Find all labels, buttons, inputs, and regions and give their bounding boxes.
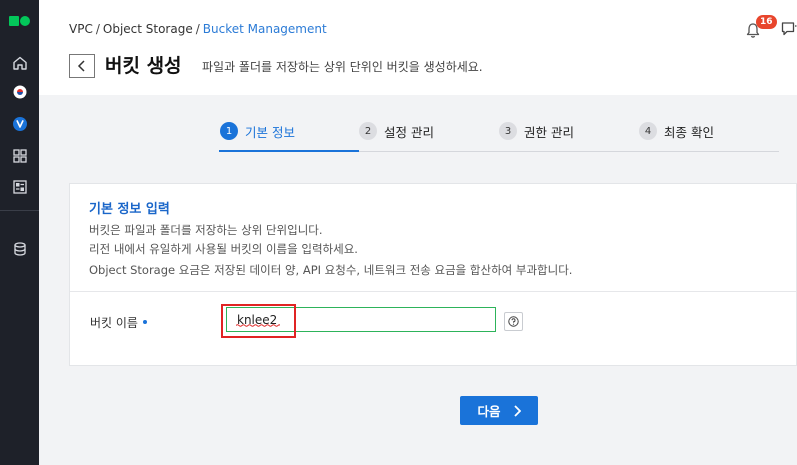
help-icon[interactable]	[504, 312, 523, 331]
chat-icon[interactable]	[781, 21, 797, 42]
required-indicator	[142, 319, 147, 324]
breadcrumb-separator: /	[195, 22, 200, 36]
chevron-left-icon	[77, 60, 85, 72]
page-header: VPC / Object Storage / Bucket Management 버킷 …	[39, 0, 797, 95]
step-basic-info[interactable]: 1 기본 정보	[220, 118, 295, 152]
basic-info-card: 기본 정보 입력 버킷은 파일과 폴더를 저장하는 상위 단위입니다. 리전 내…	[69, 183, 797, 366]
home-icon[interactable]	[0, 51, 39, 75]
vpc-icon[interactable]	[0, 112, 39, 136]
step-final-review[interactable]: 4 최종 확인	[639, 118, 714, 152]
sidebar-divider	[0, 210, 39, 211]
step-label: 권한 관리	[524, 125, 574, 140]
notification-badge: 16	[756, 15, 777, 29]
breadcrumb: VPC / Object Storage / Bucket Management	[69, 22, 327, 36]
step-number: 1	[220, 122, 238, 140]
region-kr-icon[interactable]	[0, 80, 39, 104]
breadcrumb-separator: /	[95, 22, 100, 36]
sidebar	[0, 0, 39, 465]
card-description-line: 리전 내에서 유일하게 사용될 버킷의 이름을 입력하세요.	[89, 242, 358, 256]
annotation-highlight-box	[221, 304, 296, 338]
step-label: 기본 정보	[245, 125, 295, 140]
chevron-right-icon	[513, 404, 521, 417]
step-label: 설정 관리	[384, 125, 434, 140]
bucket-name-label-text: 버킷 이름	[90, 316, 138, 330]
brand-logo[interactable]	[9, 15, 31, 27]
step-number: 4	[639, 122, 657, 140]
breadcrumb-item-bucket-management[interactable]: Bucket Management	[203, 22, 327, 36]
breadcrumb-item-vpc[interactable]: VPC	[69, 22, 93, 36]
step-settings[interactable]: 2 설정 관리	[359, 118, 434, 152]
bucket-name-label: 버킷 이름	[90, 314, 147, 331]
step-label: 최종 확인	[664, 125, 714, 140]
step-permissions[interactable]: 3 권한 관리	[499, 118, 574, 152]
page-description: 파일과 폴더를 저장하는 상위 단위인 버킷을 생성하세요.	[202, 60, 483, 74]
step-number: 3	[499, 122, 517, 140]
next-button-label: 다음	[477, 404, 501, 419]
dashboard-icon[interactable]	[0, 175, 39, 199]
page-title: 버킷 생성	[105, 55, 182, 77]
wizard-steps: 1 기본 정보 2 설정 관리 3 권한 관리 4 최종 확인	[219, 118, 779, 152]
breadcrumb-item-object-storage[interactable]: Object Storage	[103, 22, 193, 36]
next-button[interactable]: 다음	[460, 396, 538, 425]
step-number: 2	[359, 122, 377, 140]
card-title: 기본 정보 입력	[89, 202, 170, 217]
grid-icon[interactable]	[0, 144, 39, 168]
active-step-underline	[219, 150, 359, 152]
card-divider	[70, 291, 796, 292]
back-button[interactable]	[69, 54, 95, 78]
card-description-line: 버킷은 파일과 폴더를 저장하는 상위 단위입니다.	[89, 223, 323, 237]
card-description-line: Object Storage 요금은 저장된 데이터 양, API 요청수, 네…	[89, 263, 573, 277]
database-icon[interactable]	[0, 237, 39, 261]
